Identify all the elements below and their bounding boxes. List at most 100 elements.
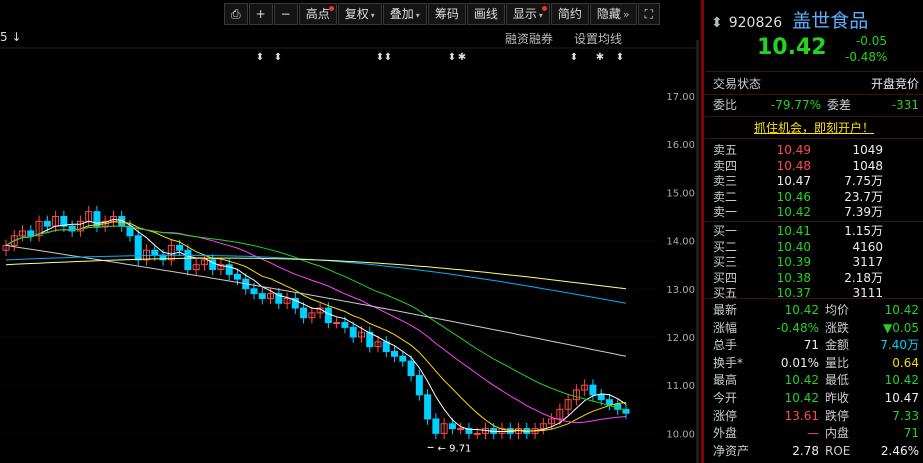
trade-status-value: 开盘竞价 [870, 77, 919, 91]
level-volume: 1048 [852, 158, 883, 173]
toolbar-btn-7[interactable]: 画线 [466, 3, 505, 25]
level-price: 10.38 [776, 270, 811, 285]
candle-body [27, 230, 35, 237]
stat-row: 涨停 13.61 跌停 7.33 [713, 408, 919, 424]
orderbook-row[interactable]: 卖一 10.42 7.39万 [713, 204, 883, 220]
toolbar-btn-4[interactable]: 复权 ▾ [337, 3, 382, 25]
candle-body [258, 293, 266, 299]
toolbar-btn-8[interactable]: 显示 ▾ [505, 3, 550, 25]
candle-body [324, 307, 332, 324]
y-tick-label: 16.00 [666, 140, 695, 151]
candle-body [597, 394, 605, 401]
level-price: 10.49 [776, 143, 811, 157]
level-label: 买一 [713, 224, 738, 238]
toolbar-btn-9[interactable]: 简约 [550, 3, 589, 25]
stat-row: 涨幅 -0.48% 涨跌 ▼0.05 [713, 320, 919, 336]
toolbar-btn-6[interactable]: 筹码 [427, 3, 466, 25]
trade-status-label: 交易状态 [713, 77, 762, 91]
stat-label: 昨收 [825, 391, 850, 405]
orderbook-row[interactable]: 买二 10.40 4160 [713, 239, 883, 255]
candle-body [424, 394, 432, 420]
candle-body [176, 244, 184, 251]
candle-body [432, 418, 440, 434]
zoom-out-icon[interactable]: − [273, 3, 298, 25]
toolbar-btn-5[interactable]: 叠加 ▾ [382, 3, 427, 25]
ma30-line [5, 225, 627, 411]
orderbook-row[interactable]: 买三 10.39 3117 [713, 254, 883, 270]
orderbook-row[interactable]: 卖五 10.49 1049 [713, 142, 883, 158]
kline-chart-area[interactable]: 17.00 16.00 15.00 14.00 13.00 12.00 11.00 10.00… [0, 0, 700, 463]
candle-body [134, 235, 142, 261]
stat-row: 总手 71 金额 7.40万 [713, 337, 919, 353]
stat-label: 今开 [713, 391, 738, 405]
stat-value: 0.64 [892, 355, 919, 370]
event-marker-icon: ⬍ [384, 52, 392, 63]
toolbar-btn-10[interactable]: 隐藏» [589, 3, 637, 25]
stat-value: 2.78 [792, 443, 819, 458]
candle-body [399, 355, 407, 362]
toolbar-btn-3[interactable]: 高点 [298, 3, 337, 25]
quote-panel: ⬍ 920826 盖世食品 10.42 -0.05 -0.48% 交易状态 开盘… [705, 0, 923, 463]
zoom-in-icon[interactable]: + [248, 3, 273, 25]
orderbook-row[interactable]: 卖二 10.46 23.7万 [713, 189, 883, 205]
order-ratio-row: 委比 -79.77% 委差 -331 [713, 97, 919, 113]
period-marker: 5 ↓ [0, 30, 22, 44]
fullscreen-icon[interactable]: ⛶ [637, 3, 661, 25]
stat-row: 今开 10.42 昨收 10.47 [713, 390, 919, 406]
stat-label: 最低 [825, 373, 850, 388]
event-marker-icon: ✱ [596, 52, 604, 63]
candle-body [589, 384, 597, 396]
stat-label: 外盘 [713, 426, 738, 441]
stat-label: 涨跌 [825, 320, 850, 335]
level-price: 10.42 [776, 205, 811, 219]
y-tick-label: 12.00 [666, 333, 695, 344]
ma250-line [5, 257, 627, 290]
candle-body [605, 399, 613, 405]
level-price: 10.48 [776, 158, 811, 173]
stat-value: — [807, 426, 819, 441]
stat-value: 13.61 [784, 408, 819, 423]
candle-body [250, 288, 258, 295]
change-value: -0.05 [855, 34, 887, 48]
wb-label: 委比 [713, 98, 738, 112]
stat-label: 总手 [713, 338, 738, 353]
orderbook-row[interactable]: 卖三 10.47 7.75万 [713, 173, 883, 189]
stat-label: 净资产 [713, 443, 750, 458]
candle-body [448, 423, 456, 430]
stat-label: ROE [825, 443, 851, 458]
stat-label: 均价 [825, 303, 850, 317]
open-account-link[interactable]: 抓住机会，即刻开户！ [705, 119, 923, 136]
panel-divider[interactable] [701, 0, 704, 463]
level-price: 10.46 [776, 189, 811, 204]
level-label: 买二 [713, 239, 738, 254]
set-ma-link[interactable]: 设置均线 [574, 30, 622, 47]
event-marker-icon: ⬍ [570, 52, 578, 63]
y-tick-label: 17.00 [666, 92, 695, 103]
orderbook-row[interactable]: 买四 10.38 2.18万 [713, 270, 883, 286]
margin-trading-link[interactable]: 融资融券 [505, 30, 553, 47]
stat-value: 10.42 [884, 303, 919, 317]
level-price: 10.39 [776, 255, 811, 269]
stat-value: 0.01% [780, 355, 819, 370]
level-price: 10.40 [776, 239, 811, 254]
trade-status-row: 交易状态 开盘竞价 [713, 76, 919, 92]
stat-value: 2.46% [880, 443, 919, 458]
level-price: 10.41 [776, 224, 811, 238]
candle-body [349, 326, 357, 338]
orderbook-row[interactable]: 买一 10.41 1.15万 [713, 223, 883, 239]
lock-icon[interactable]: ⎙ [224, 3, 248, 25]
orderbook-row[interactable]: 卖四 10.48 1048 [713, 158, 883, 174]
stat-label: 涨幅 [713, 320, 738, 335]
event-marker-icon: ⬍ [274, 52, 282, 63]
ma5-line [5, 218, 627, 433]
stock-name[interactable]: 盖世食品 [792, 6, 868, 33]
stat-label: 最新 [713, 303, 738, 317]
stat-row: 最新 10.42 均价 10.42 [713, 302, 919, 318]
level-label: 卖二 [713, 189, 738, 204]
kline-chart[interactable]: 17.00 16.00 15.00 14.00 13.00 12.00 11.00 10.00… [0, 0, 700, 463]
stock-header: ⬍ 920826 盖世食品 [711, 6, 868, 33]
star-icon[interactable]: ⬍ [711, 15, 723, 31]
ma10-line [5, 221, 627, 432]
candle-body [407, 360, 415, 377]
event-marker-icon: ⬍ [616, 52, 624, 63]
